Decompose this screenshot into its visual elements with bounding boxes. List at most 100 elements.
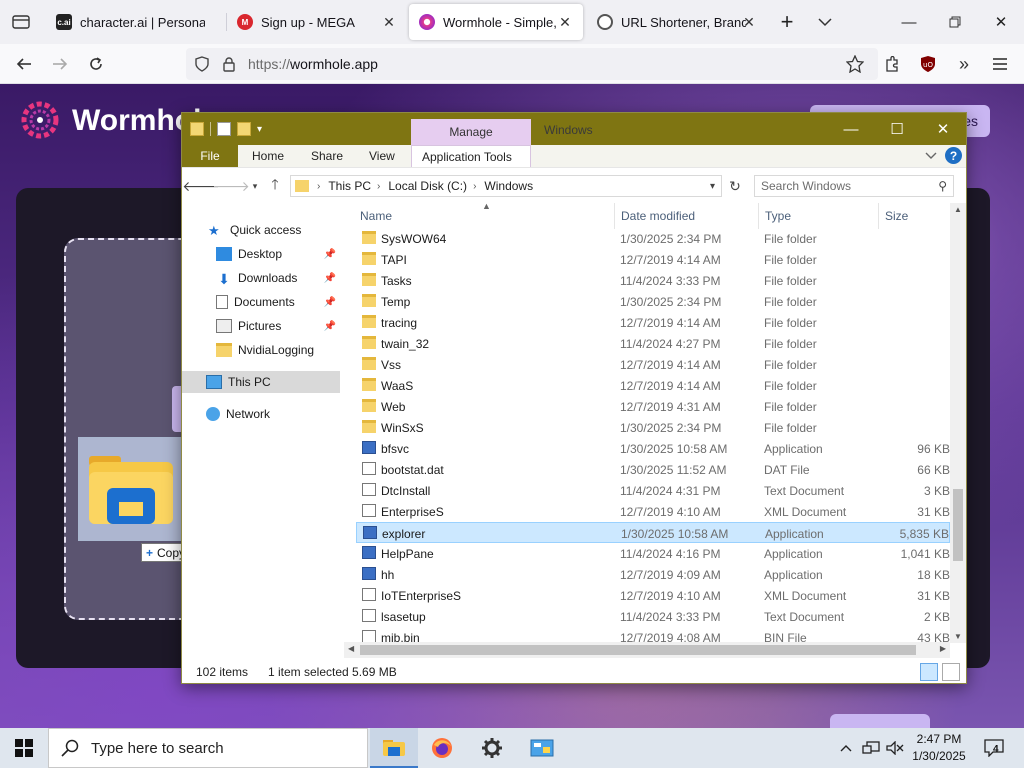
refresh-button[interactable]: ↻ [724, 176, 746, 196]
horizontal-scrollbar[interactable]: ◀ ▶ [344, 642, 950, 658]
recent-locations-button[interactable]: ▾ [244, 176, 266, 196]
close-tab-icon[interactable]: ✕ [741, 14, 757, 30]
address-dropdown-icon[interactable]: ▾ [710, 181, 715, 192]
language-button[interactable] [830, 714, 930, 728]
tab-mega[interactable]: M Sign up - MEGA ✕ [227, 4, 407, 40]
ribbon-tab-application-tools[interactable]: Application Tools [411, 145, 531, 167]
column-header-date[interactable]: Date modified [621, 209, 695, 223]
scroll-up-icon[interactable]: ▲ [954, 205, 962, 214]
file-row[interactable]: hh 12/7/2019 4:09 AM Application 18 KB [356, 564, 950, 585]
forward-button[interactable] [44, 48, 76, 80]
qat-dropdown-icon[interactable]: ▾ [257, 124, 262, 135]
taskbar-search-box[interactable]: Type here to search [48, 728, 368, 768]
column-header-name[interactable]: Name [360, 209, 392, 223]
reload-button[interactable] [80, 48, 112, 80]
details-view-button[interactable] [920, 663, 938, 681]
new-folder-icon[interactable] [237, 122, 251, 136]
bookmark-star-icon[interactable] [846, 55, 864, 73]
close-tab-icon[interactable]: ✕ [557, 14, 573, 30]
large-icons-view-button[interactable] [942, 663, 960, 681]
ublock-button[interactable]: uO [912, 48, 944, 80]
up-button[interactable]: 🡑 [264, 176, 286, 196]
nav-desktop[interactable]: Desktop 📌 [182, 243, 340, 265]
taskbar-settings[interactable] [468, 728, 516, 768]
nav-downloads[interactable]: ⬇ Downloads 📌 [182, 267, 340, 289]
nav-quick-access[interactable]: ★ Quick access [182, 219, 340, 241]
column-header-size[interactable]: Size [885, 209, 908, 223]
file-row[interactable]: lsasetup 11/4/2024 3:33 PM Text Document 2 … [356, 606, 950, 627]
breadcrumb-local-disk[interactable]: Local Disk (C:) [388, 179, 467, 193]
explorer-back-button[interactable]: 🡐 [182, 176, 220, 196]
scroll-left-icon[interactable]: ◀ [348, 644, 354, 653]
help-icon[interactable]: ? [945, 147, 962, 164]
vertical-scrollbar[interactable]: ▲ ▼ [950, 203, 966, 643]
file-row[interactable]: Temp 1/30/2025 2:34 PM File folder [356, 291, 950, 312]
file-row[interactable]: TAPI 12/7/2019 4:14 AM File folder [356, 249, 950, 270]
address-bar[interactable]: › This PC › Local Disk (C:) › Windows ▾ [290, 175, 722, 197]
file-row[interactable]: mib.bin 12/7/2019 4:08 AM BIN File 43 KB [356, 627, 950, 643]
file-row[interactable]: bootstat.dat 1/30/2025 11:52 AM DAT File 66… [356, 459, 950, 480]
explorer-close-button[interactable]: ✕ [920, 113, 966, 145]
start-button[interactable] [0, 728, 48, 768]
close-window-button[interactable]: ✕ [978, 0, 1024, 44]
notification-center-button[interactable]: 4 [980, 728, 1008, 768]
url-bar[interactable]: https://wormhole.app [186, 48, 878, 80]
file-row[interactable]: WaaS 12/7/2019 4:14 AM File folder [356, 375, 950, 396]
scroll-down-icon[interactable]: ▼ [954, 632, 962, 641]
properties-icon[interactable] [217, 122, 231, 136]
file-row[interactable]: tracing 12/7/2019 4:14 AM File folder [356, 312, 950, 333]
minimize-button[interactable]: — [886, 0, 932, 44]
tab-character-ai[interactable]: c.ai character.ai | Personaliz [46, 4, 226, 40]
tab-wormhole[interactable]: Wormhole - Simple, pri ✕ [409, 4, 583, 40]
ribbon-tab-home[interactable]: Home [242, 145, 294, 167]
file-row[interactable]: twain_32 11/4/2024 4:27 PM File folder [356, 333, 950, 354]
file-row[interactable]: IoTEnterpriseS 12/7/2019 4:10 AM XML Docum… [356, 585, 950, 606]
taskbar-control-panel[interactable] [518, 728, 566, 768]
extensions-button[interactable] [876, 48, 908, 80]
ribbon-tab-file[interactable]: File [182, 145, 238, 167]
nav-documents[interactable]: Documents 📌 [182, 291, 340, 313]
file-row[interactable]: bfsvc 1/30/2025 10:58 AM Application 96 KB [356, 438, 950, 459]
restore-button[interactable] [932, 0, 978, 44]
breadcrumb-windows[interactable]: Windows [484, 179, 533, 193]
file-row[interactable]: Web 12/7/2019 4:31 AM File folder [356, 396, 950, 417]
file-row[interactable]: HelpPane 11/4/2024 4:16 PM Application 1,04… [356, 543, 950, 564]
column-header-type[interactable]: Type [765, 209, 791, 223]
horizontal-scroll-thumb[interactable] [360, 645, 916, 655]
nav-this-pc[interactable]: This PC [182, 371, 340, 393]
file-row[interactable]: EnterpriseS 12/7/2019 4:10 AM XML Document… [356, 501, 950, 522]
file-row[interactable]: explorer 1/30/2025 10:58 AM Application 5,8… [356, 522, 950, 543]
list-all-tabs-button[interactable] [802, 0, 848, 44]
nav-pictures[interactable]: Pictures 📌 [182, 315, 340, 337]
nav-nvidialogging[interactable]: NvidiaLogging [182, 339, 340, 361]
explorer-maximize-button[interactable]: ☐ [874, 113, 920, 145]
volume-tray-icon[interactable] [884, 728, 906, 768]
file-row[interactable]: Vss 12/7/2019 4:14 AM File folder [356, 354, 950, 375]
breadcrumb-this-pc[interactable]: This PC [328, 179, 371, 193]
overflow-button[interactable]: » [948, 48, 980, 80]
close-tab-icon[interactable]: ✕ [381, 14, 397, 30]
file-row[interactable]: SysWOW64 1/30/2025 2:34 PM File folder [356, 228, 950, 249]
tab-list-button[interactable] [0, 0, 42, 44]
explorer-minimize-button[interactable]: — [828, 113, 874, 145]
scroll-right-icon[interactable]: ▶ [940, 644, 946, 653]
ribbon-tab-share[interactable]: Share [301, 145, 353, 167]
file-row[interactable]: DtcInstall 11/4/2024 4:31 PM Text Document… [356, 480, 950, 501]
search-windows-input[interactable]: Search Windows ⚲ [754, 175, 954, 197]
manage-contextual-tab[interactable]: Manage [411, 119, 531, 145]
back-button[interactable] [8, 48, 40, 80]
file-row[interactable]: WinSxS 1/30/2025 2:34 PM File folder [356, 417, 950, 438]
taskbar-clock[interactable]: 2:47 PM 1/30/2025 [904, 731, 974, 765]
tab-url-shortener[interactable]: URL Shortener, Brandec ✕ [587, 4, 767, 40]
network-tray-icon[interactable] [860, 728, 882, 768]
vertical-scroll-thumb[interactable] [953, 489, 963, 561]
explorer-forward-button[interactable]: 🡒 [212, 176, 250, 196]
expand-ribbon-icon[interactable] [925, 152, 937, 160]
ribbon-tab-view[interactable]: View [359, 145, 405, 167]
taskbar-file-explorer[interactable] [370, 728, 418, 768]
show-hidden-icons-button[interactable] [836, 728, 856, 768]
file-row[interactable]: Tasks 11/4/2024 3:33 PM File folder [356, 270, 950, 291]
taskbar-firefox[interactable] [418, 728, 466, 768]
nav-network[interactable]: Network [182, 403, 340, 425]
menu-button[interactable] [984, 48, 1016, 80]
